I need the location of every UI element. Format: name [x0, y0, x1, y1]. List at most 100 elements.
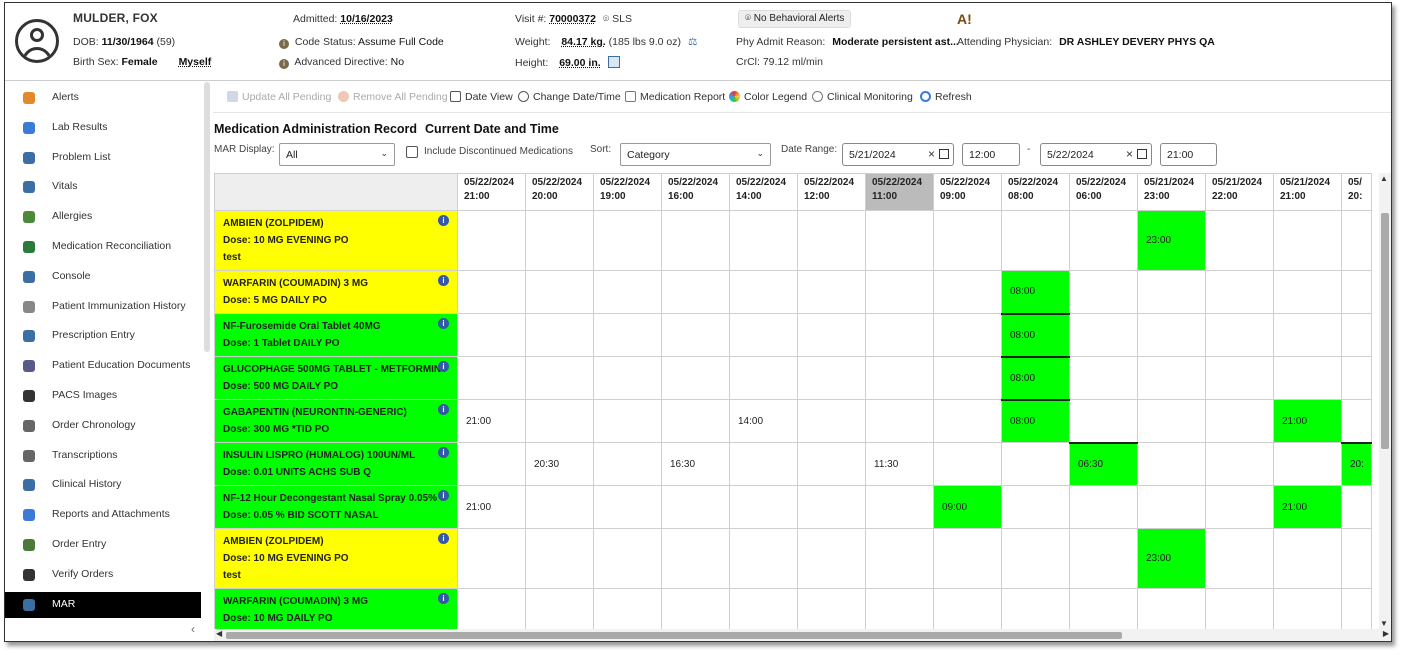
sidebar-item-patient-education-documents[interactable]: Patient Education Documents: [5, 353, 201, 379]
sidebar-item-transcriptions[interactable]: Transcriptions: [5, 443, 201, 469]
dose-time-cell[interactable]: 16:30: [661, 442, 730, 486]
dose-time-cell[interactable]: 21:00: [1273, 485, 1342, 529]
time-column-header[interactable]: 05/20:: [1341, 173, 1372, 211]
dose-time-cell[interactable]: [1273, 528, 1342, 589]
dose-time-cell[interactable]: [1137, 399, 1206, 443]
info-icon[interactable]: i: [438, 404, 449, 415]
dose-time-cell[interactable]: [457, 313, 526, 357]
dose-time-cell[interactable]: [797, 528, 866, 589]
info-icon[interactable]: i: [438, 275, 449, 286]
dose-time-cell[interactable]: [661, 485, 730, 529]
dose-time-cell[interactable]: [457, 270, 526, 314]
behavioral-alerts-badge[interactable]: ⌾ No Behavioral Alerts: [738, 10, 852, 28]
dose-time-cell[interactable]: [729, 313, 798, 357]
sidebar-item-order-chronology[interactable]: Order Chronology: [5, 413, 201, 439]
medication-cell[interactable]: NF-Furosemide Oral Tablet 40MG Dose: 1 Ta…: [214, 313, 458, 357]
dose-time-cell[interactable]: 08:00: [1001, 312, 1070, 357]
vertical-scroll-thumb[interactable]: [1381, 213, 1389, 449]
medication-cell[interactable]: WARFARIN (COUMADIN) 3 MG Dose: 5 MG DAILY…: [214, 270, 458, 314]
dose-time-cell[interactable]: [593, 485, 662, 529]
dose-time-cell[interactable]: [1273, 442, 1342, 486]
sidebar-item-order-entry[interactable]: Order Entry: [5, 532, 201, 558]
time-column-header[interactable]: 05/21/2024 22:00: [1205, 173, 1274, 211]
info-icon[interactable]: i: [438, 215, 449, 226]
dose-time-cell[interactable]: [729, 210, 798, 271]
dose-time-cell[interactable]: [797, 356, 866, 400]
dose-time-cell[interactable]: 23:00: [1137, 528, 1206, 589]
dose-time-cell[interactable]: [1137, 485, 1206, 529]
dose-time-cell[interactable]: [1001, 485, 1070, 529]
grid-horizontal-scrollbar[interactable]: ◀ ▶: [214, 629, 1391, 641]
dose-time-cell[interactable]: [865, 485, 934, 529]
dose-time-cell[interactable]: [661, 399, 730, 443]
dose-time-cell[interactable]: [1205, 356, 1274, 400]
dose-time-cell[interactable]: [593, 442, 662, 486]
height-value[interactable]: 69.00 in.: [559, 57, 600, 69]
time-column-header[interactable]: 05/21/2024 23:00: [1137, 173, 1206, 211]
dose-time-cell[interactable]: [933, 210, 1002, 271]
dose-time-cell[interactable]: [1001, 442, 1070, 486]
dose-time-cell[interactable]: [1001, 210, 1070, 271]
medication-cell[interactable]: WARFARIN (COUMADIN) 3 MG Dose: 10 MG DAIL…: [214, 588, 458, 629]
dose-time-cell[interactable]: 21:00: [457, 399, 526, 443]
dose-time-cell[interactable]: [1069, 210, 1138, 271]
scroll-right-icon[interactable]: ▶: [1383, 629, 1389, 638]
dose-time-cell[interactable]: [593, 356, 662, 400]
dose-time-cell[interactable]: [525, 356, 594, 400]
dose-time-cell[interactable]: [593, 588, 662, 629]
time-column-header[interactable]: 05/22/2024 19:00: [593, 173, 662, 211]
dose-time-cell[interactable]: [1273, 313, 1342, 357]
dose-time-cell[interactable]: [1069, 528, 1138, 589]
dose-time-cell[interactable]: [933, 313, 1002, 357]
mar-display-select[interactable]: All ⌄: [279, 143, 395, 166]
dose-time-cell[interactable]: [933, 442, 1002, 486]
dose-time-cell[interactable]: [457, 442, 526, 486]
dose-time-cell[interactable]: [525, 399, 594, 443]
dose-time-cell[interactable]: [457, 528, 526, 589]
dose-time-cell[interactable]: [1137, 270, 1206, 314]
remove-all-pending-button[interactable]: Remove All Pending: [338, 91, 448, 103]
dose-time-cell[interactable]: [933, 528, 1002, 589]
medication-cell[interactable]: INSULIN LISPRO (HUMALOG) 100UN/ML Dose: 0…: [214, 442, 458, 486]
dose-time-cell[interactable]: [933, 270, 1002, 314]
calendar-icon[interactable]: [939, 149, 949, 159]
dose-time-cell[interactable]: [661, 270, 730, 314]
info-icon[interactable]: i: [438, 318, 449, 329]
dose-time-cell[interactable]: [525, 270, 594, 314]
dose-time-cell[interactable]: 21:00: [1273, 399, 1342, 443]
dose-time-cell[interactable]: [525, 528, 594, 589]
dose-time-cell[interactable]: [1205, 528, 1274, 589]
dose-time-cell[interactable]: [1341, 210, 1372, 271]
to-time-input[interactable]: 21:00: [1160, 143, 1217, 166]
sidebar-item-clinical-history[interactable]: Clinical History: [5, 472, 201, 498]
time-column-header[interactable]: 05/22/2024 14:00: [729, 173, 798, 211]
change-date-time-button[interactable]: Change Date/Time: [518, 91, 621, 103]
dose-time-cell[interactable]: [865, 356, 934, 400]
dose-time-cell[interactable]: [933, 399, 1002, 443]
dose-time-cell[interactable]: [729, 270, 798, 314]
dose-time-cell[interactable]: [1069, 270, 1138, 314]
calendar-icon[interactable]: [1137, 149, 1147, 159]
sidebar-item-pacs-images[interactable]: PACS Images: [5, 383, 201, 409]
dose-time-cell[interactable]: [1205, 442, 1274, 486]
info-icon[interactable]: i: [438, 447, 449, 458]
info-icon[interactable]: i: [438, 361, 449, 372]
dose-time-cell[interactable]: [933, 588, 1002, 629]
dose-time-cell[interactable]: [1205, 399, 1274, 443]
sidebar-item-allergies[interactable]: Allergies: [5, 204, 201, 230]
dose-time-cell[interactable]: [797, 210, 866, 271]
sidebar-scrollbar[interactable]: [204, 82, 210, 352]
visit-value[interactable]: 70000372: [549, 13, 596, 25]
to-date-input[interactable]: 5/22/2024 ×: [1040, 143, 1152, 166]
dose-time-cell[interactable]: 11:30: [865, 442, 934, 486]
dose-time-cell[interactable]: 20:: [1341, 441, 1372, 486]
dose-time-cell[interactable]: 21:00: [457, 485, 526, 529]
scroll-down-icon[interactable]: ▼: [1380, 619, 1388, 628]
dose-time-cell[interactable]: [797, 588, 866, 629]
dose-time-cell[interactable]: [1069, 485, 1138, 529]
include-discontinued-checkbox[interactable]: [406, 146, 418, 158]
dose-time-cell[interactable]: [661, 588, 730, 629]
dose-time-cell[interactable]: [1137, 356, 1206, 400]
warning-icon[interactable]: A!: [957, 11, 972, 27]
sidebar-item-lab-results[interactable]: Lab Results: [5, 115, 201, 141]
